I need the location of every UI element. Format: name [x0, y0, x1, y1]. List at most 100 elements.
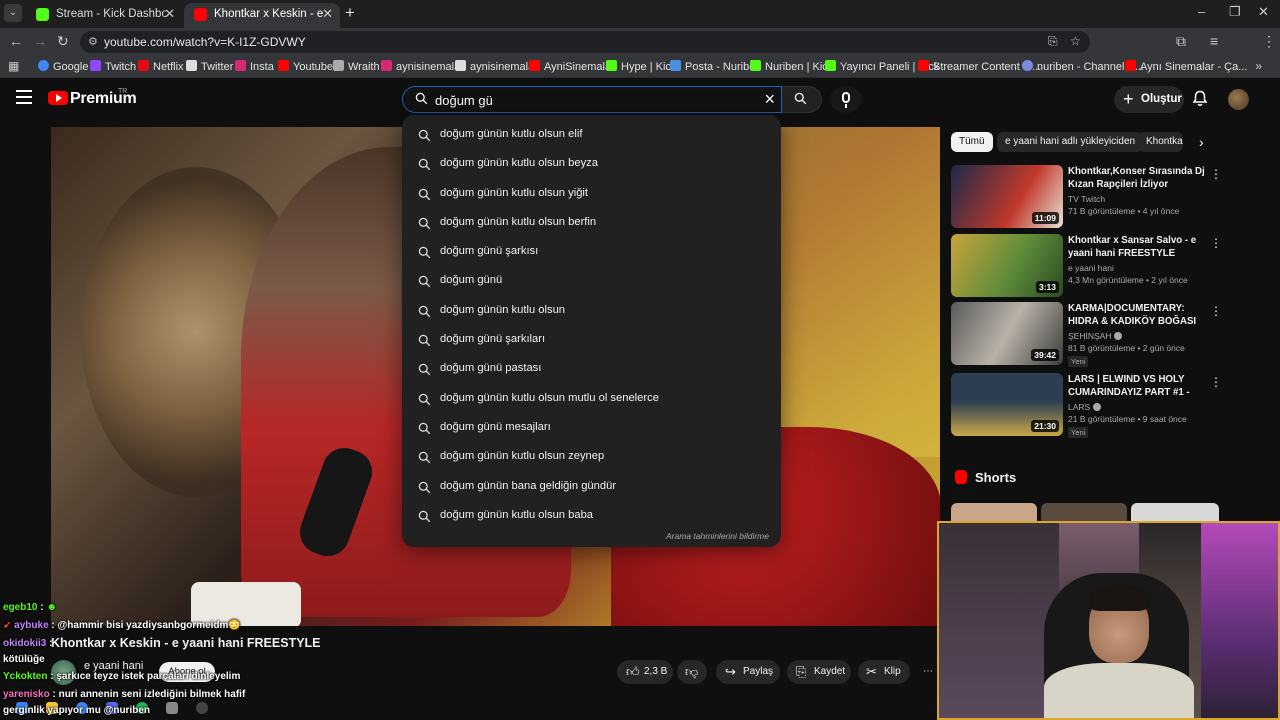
bookmark-posta[interactable]: Posta - Nuriben: [670, 60, 761, 73]
like-button[interactable]: 👍︎ 2,3 B: [617, 660, 673, 684]
search-icon: [418, 217, 431, 230]
video-meta: 4,3 Mn görüntüleme • 2 yıl önce: [1068, 275, 1188, 285]
bookmark-star-icon[interactable]: ☆: [1070, 34, 1081, 48]
obs-icon[interactable]: [196, 702, 208, 714]
back-arrow-icon[interactable]: ←: [9, 33, 23, 49]
tab-kick-dashboard[interactable]: Stream - Kick Dashboard ✕: [26, 3, 182, 28]
video-title[interactable]: Khontkar x Sansar Salvo - e yaani hani F…: [1068, 234, 1210, 260]
search-suggestion[interactable]: doğum günün kutlu olsun elif: [402, 120, 781, 149]
video-title[interactable]: KARMA|DOCUMENTARY: HIDRA & KADIKÖY BOĞAS…: [1068, 302, 1210, 329]
tab-close-icon[interactable]: ✕: [322, 3, 333, 25]
bookmark-google[interactable]: Google: [38, 60, 88, 73]
tab-youtube-video[interactable]: Khontkar x Keskin - e yaani hani FREESTY…: [184, 3, 340, 28]
search-suggestion[interactable]: doğum günün kutlu olsun beyza: [402, 149, 781, 178]
tab-search-button[interactable]: ⌄: [4, 4, 22, 22]
bookmark-netflix[interactable]: Netflix: [138, 60, 184, 73]
hamburger-menu-icon[interactable]: [16, 90, 32, 104]
recommended-video[interactable]: 21:30 LARS | ELWIND VS HOLY CUMARINDAYIZ…: [951, 373, 1271, 438]
chip-from-uploader[interactable]: e yaani hani adlı yükleyiciden: [997, 132, 1144, 152]
instagram-icon: [235, 60, 246, 71]
more-options-icon[interactable]: ⋮: [1210, 375, 1222, 389]
channel-name[interactable]: ŞEHİNŞAH: [1068, 331, 1123, 341]
bookmark-aynisinemalar-twitter[interactable]: aynisinemalar: [455, 60, 538, 73]
chip-all[interactable]: Tümü: [951, 132, 993, 152]
search-suggestion[interactable]: doğum günü mesajları: [402, 413, 781, 442]
channel-name[interactable]: TV Twitch: [1068, 194, 1105, 204]
voice-search-button[interactable]: [830, 86, 862, 113]
new-badge: Yeni: [1068, 356, 1089, 367]
bookmark-wraith[interactable]: Wraith: [333, 60, 380, 73]
clip-button[interactable]: ✂ Klip: [858, 660, 910, 684]
window-close-icon[interactable]: ✕: [1258, 4, 1269, 20]
tab-close-icon[interactable]: ✕: [164, 3, 175, 25]
video-thumbnail[interactable]: 3:13: [951, 234, 1063, 297]
video-thumbnail[interactable]: 39:42: [951, 302, 1063, 365]
reload-icon[interactable]: ↻: [57, 33, 69, 50]
account-avatar[interactable]: [1228, 89, 1249, 110]
video-meta: 81 B görüntüleme • 2 gün önce: [1068, 343, 1185, 353]
chevron-right-icon[interactable]: ›: [1199, 134, 1204, 150]
extensions-puzzle-icon[interactable]: ⧉: [1176, 33, 1186, 50]
search-suggestion[interactable]: doğum günü şarkısı: [402, 237, 781, 266]
bookmark-ayni-sinemalar-ca[interactable]: Aynı Sinemalar - Ça...: [1125, 60, 1247, 73]
recommended-video[interactable]: 3:13 Khontkar x Sansar Salvo - e yaani h…: [951, 234, 1271, 298]
chip-khontkar[interactable]: Khontkar: [1138, 132, 1183, 152]
channel-name[interactable]: e yaani hani: [1068, 263, 1114, 273]
bookmark-twitch[interactable]: Twitch: [90, 60, 136, 73]
more-options-icon[interactable]: ⋮: [1210, 304, 1222, 318]
minimize-icon[interactable]: –: [1198, 4, 1205, 19]
short-thumbnail[interactable]: [1131, 503, 1219, 523]
bookmark-hype-kick[interactable]: Hype | Kick: [606, 60, 676, 73]
search-suggestion[interactable]: doğum günün kutlu olsun: [402, 296, 781, 325]
search-suggestion[interactable]: doğum günü pastası: [402, 354, 781, 383]
video-thumbnail[interactable]: 21:30: [951, 373, 1063, 436]
video-title[interactable]: LARS | ELWIND VS HOLY CUMARINDAYIZ PART …: [1068, 373, 1210, 400]
bookmark-nuriben-kick[interactable]: Nuriben | Kick: [750, 60, 833, 73]
suggestion-text: doğum günün kutlu olsun mutlu ol seneler…: [440, 391, 659, 404]
bookmark-twitter[interactable]: Twitter: [186, 60, 233, 73]
search-suggestion[interactable]: doğum günün kutlu olsun zeynep: [402, 442, 781, 471]
channel-name[interactable]: LARS: [1068, 402, 1102, 412]
app-icon[interactable]: [166, 702, 178, 714]
forward-arrow-icon[interactable]: →: [33, 33, 47, 49]
search-suggestion[interactable]: doğum günün kutlu olsun yiğit: [402, 179, 781, 208]
search-input[interactable]: [435, 91, 735, 109]
search-suggestion[interactable]: doğum günün kutlu olsun mutlu ol seneler…: [402, 384, 781, 413]
search-suggestion[interactable]: doğum günün kutlu olsun berfin: [402, 208, 781, 237]
search-button[interactable]: [782, 86, 822, 113]
browser-menu-icon[interactable]: ⋮: [1262, 33, 1276, 50]
notifications-bell-icon[interactable]: [1192, 90, 1208, 107]
create-button[interactable]: + Oluştur: [1114, 86, 1184, 113]
more-options-icon[interactable]: ⋮: [1210, 236, 1222, 250]
short-thumbnail[interactable]: [1041, 503, 1127, 523]
bookmark-aynisinemalar-insta[interactable]: aynisinemalar: [381, 60, 464, 73]
install-app-icon[interactable]: ⎘: [1048, 34, 1058, 49]
search-suggestion[interactable]: doğum günün bana geldiğin gündür: [402, 472, 781, 501]
site-info-icon[interactable]: ⚙: [88, 35, 98, 48]
maximize-icon[interactable]: ❐: [1229, 4, 1241, 20]
bookmark-insta[interactable]: Insta: [235, 60, 274, 73]
recommended-video[interactable]: 39:42 KARMA|DOCUMENTARY: HIDRA & KADIKÖY…: [951, 302, 1271, 367]
short-thumbnail[interactable]: [951, 503, 1037, 523]
youtube-logo-icon[interactable]: [48, 91, 68, 105]
report-predictions-link[interactable]: Arama tahminlerini bildirme: [666, 531, 769, 541]
clear-search-icon[interactable]: ×: [764, 89, 775, 110]
search-box[interactable]: ×: [402, 86, 782, 113]
search-suggestion[interactable]: doğum günü şarkıları: [402, 325, 781, 354]
search-suggestion[interactable]: doğum günün kutlu olsun baba: [402, 501, 781, 530]
video-thumbnail[interactable]: 11:09: [951, 165, 1063, 228]
share-button[interactable]: ↪ Paylaş: [716, 660, 780, 684]
address-bar[interactable]: ⚙ youtube.com/watch?v=K-I1Z-GDVWY ⎘ ☆: [80, 31, 1090, 53]
recommended-video[interactable]: 11:09 Khontkar,Konser Sırasında Dj Kızan…: [951, 165, 1271, 229]
video-title[interactable]: Khontkar,Konser Sırasında Dj Kızan Rapçi…: [1068, 165, 1210, 191]
bookmark-aynisinemalar-youtube[interactable]: AyniSinemalar: [529, 60, 615, 73]
more-options-icon[interactable]: ⋮: [1210, 167, 1222, 181]
save-button[interactable]: ⎘ Kaydet: [787, 660, 851, 684]
search-suggestion[interactable]: doğum günü: [402, 266, 781, 295]
apps-grid-icon[interactable]: ▦: [8, 59, 19, 73]
dislike-button[interactable]: 👎︎: [677, 660, 707, 684]
new-tab-plus-icon[interactable]: +: [345, 3, 355, 23]
bookmark-youtube[interactable]: Youtube: [278, 60, 333, 73]
bookmarks-overflow-icon[interactable]: »: [1255, 59, 1262, 73]
media-queue-icon[interactable]: ≡: [1210, 33, 1218, 49]
